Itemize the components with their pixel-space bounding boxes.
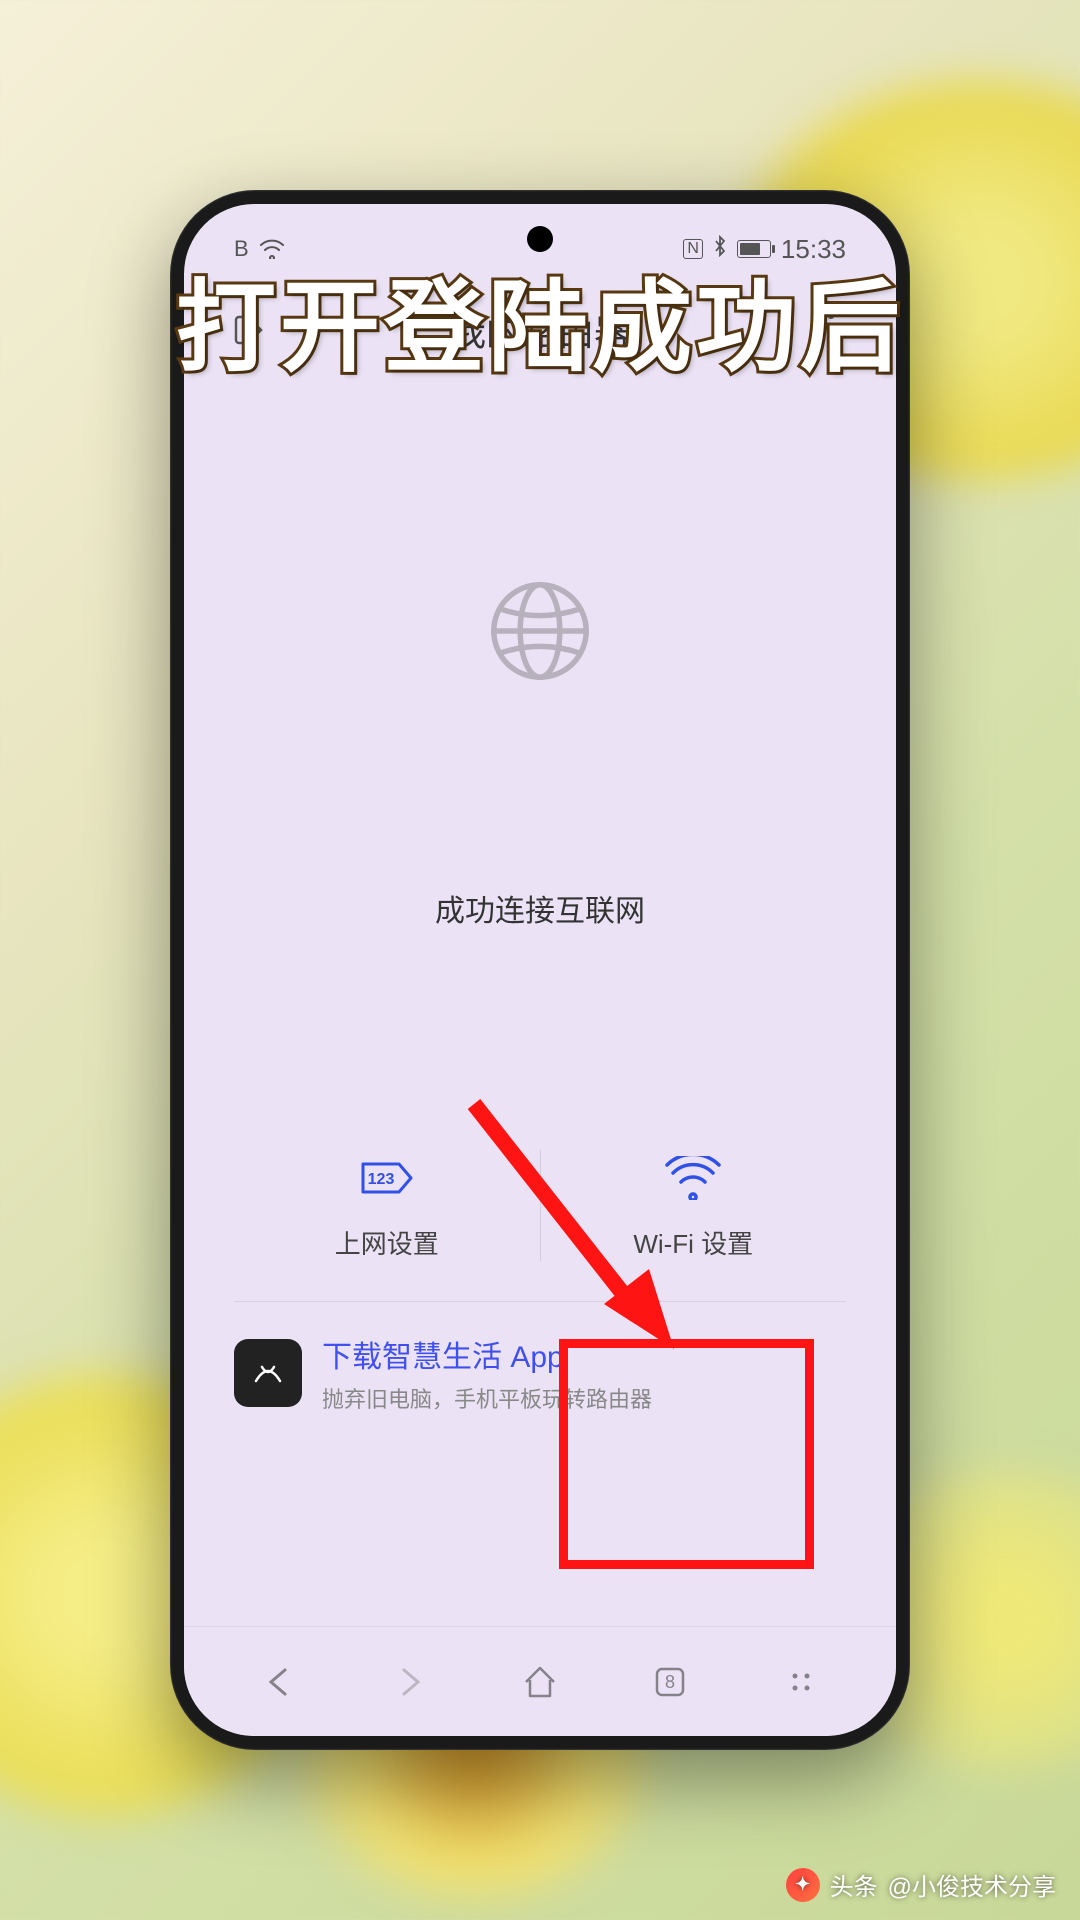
forward-button[interactable] (385, 1657, 435, 1707)
home-button[interactable] (515, 1657, 565, 1707)
video-caption: 打开登陆成功后 (0, 246, 1080, 391)
watermark-author: @小俊技术分享 (888, 1867, 1056, 1902)
tabs-button[interactable]: 8 (645, 1657, 695, 1707)
annotation-arrow-icon (444, 1084, 704, 1374)
globe-icon (485, 576, 595, 686)
watermark-logo-icon: ✦ (786, 1868, 820, 1902)
router-status-visual (315, 406, 765, 856)
network-tag-icon: 123 (359, 1150, 415, 1206)
tile-label: 上网设置 (335, 1224, 439, 1261)
browser-bottom-bar: 8 (184, 1626, 896, 1736)
watermark: ✦ 头条 @小俊技术分享 (786, 1867, 1056, 1902)
phone-screen: B N 15:33 我的路由器 (184, 204, 896, 1736)
svg-text:8: 8 (665, 1672, 675, 1692)
back-button[interactable] (254, 1657, 304, 1707)
watermark-brand: 头条 (830, 1867, 878, 1902)
menu-button[interactable] (776, 1657, 826, 1707)
app-logo-icon (234, 1339, 302, 1407)
connection-status: 成功连接互联网 (184, 886, 896, 930)
phone-frame: B N 15:33 我的路由器 (170, 190, 910, 1750)
svg-text:123: 123 (367, 1171, 394, 1188)
